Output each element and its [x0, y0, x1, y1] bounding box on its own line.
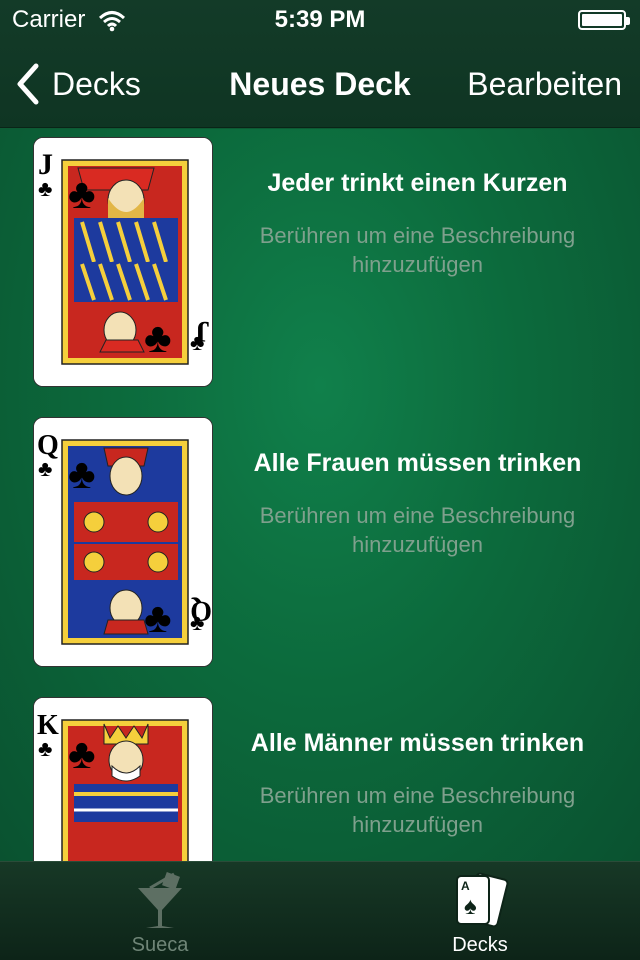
card-row-king[interactable]: K ♣ ♣ Alle Männer müssen trinken Berühre…: [0, 689, 640, 861]
card-title: Alle Frauen müssen trinken: [253, 449, 582, 477]
card-title: Jeder trinkt einen Kurzen: [267, 169, 568, 197]
svg-text:♣: ♣: [144, 594, 172, 641]
tab-bar: Sueca A ♠ Decks: [0, 861, 640, 960]
clock-label: 5:39 PM: [274, 6, 366, 33]
svg-text:♣: ♣: [68, 170, 96, 217]
cocktail-glass-icon: [138, 872, 182, 928]
navigation-bar: Decks Neues Deck Bearbeiten: [0, 40, 640, 128]
jack-of-clubs-card-image: J ♣ J ♣ ♣ ♣: [33, 137, 213, 387]
battery-icon: [578, 10, 630, 30]
svg-text:♣: ♣: [68, 730, 96, 777]
card-description[interactable]: Berühren um eine Beschreibung hinzuzufüg…: [215, 781, 620, 839]
card-row-jack[interactable]: J ♣ J ♣ ♣ ♣ Jeder trinkt einen Kurzen Be…: [0, 129, 640, 409]
svg-text:♣: ♣: [190, 330, 204, 355]
tab-label: Sueca: [131, 934, 189, 956]
header: Carrier 5:39 PM Decks Neues Deck Bearbei…: [0, 0, 640, 128]
svg-text:♣: ♣: [144, 314, 172, 361]
card-title: Alle Männer müssen trinken: [250, 729, 585, 757]
svg-text:♠: ♠: [464, 893, 477, 920]
tab-label: Decks: [452, 934, 508, 956]
svg-text:♣: ♣: [190, 610, 204, 635]
status-bar: Carrier 5:39 PM: [0, 0, 640, 40]
edit-button[interactable]: Bearbeiten: [467, 66, 622, 103]
card-description[interactable]: Berühren um eine Beschreibung hinzuzufüg…: [215, 501, 620, 559]
svg-text:♣: ♣: [38, 456, 52, 481]
card-description[interactable]: Berühren um eine Beschreibung hinzuzufüg…: [215, 221, 620, 279]
svg-text:♣: ♣: [38, 736, 52, 761]
battery-level: [582, 14, 622, 26]
tab-sueca[interactable]: Sueca: [0, 862, 320, 960]
svg-text:♣: ♣: [68, 450, 96, 497]
queen-of-clubs-card-image: Q ♣ Q ♣ ♣ ♣: [33, 417, 213, 667]
king-of-clubs-card-image: K ♣ ♣: [33, 697, 213, 861]
svg-text:♣: ♣: [38, 176, 52, 201]
svg-text:A: A: [461, 879, 470, 893]
playing-cards-icon: A ♠: [456, 872, 509, 928]
deck-card-list[interactable]: J ♣ J ♣ ♣ ♣ Jeder trinkt einen Kurzen Be…: [0, 129, 640, 861]
card-row-queen[interactable]: Q ♣ Q ♣ ♣ ♣ Alle Frauen müssen trinken B…: [0, 409, 640, 689]
tab-decks[interactable]: A ♠ Decks: [320, 862, 640, 960]
